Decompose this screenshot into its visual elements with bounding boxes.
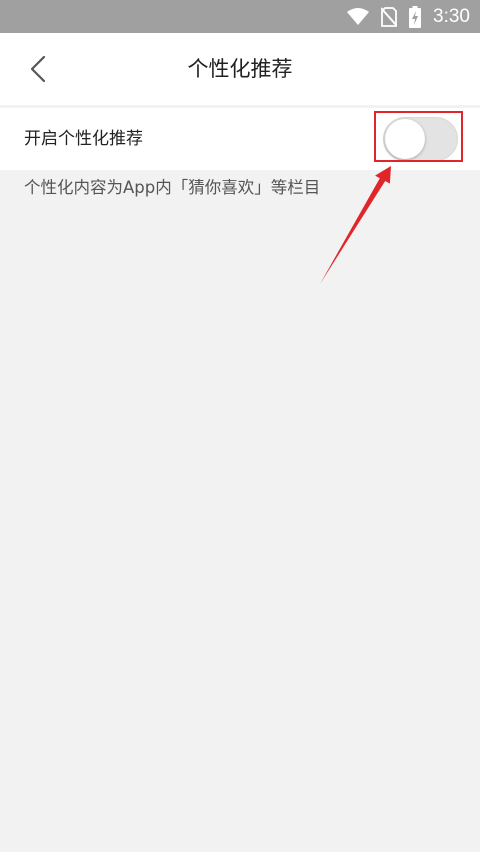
title-bar: 个性化推荐 xyxy=(0,33,480,105)
highlight-box xyxy=(374,111,463,162)
status-bar: 3:30 xyxy=(0,0,480,33)
status-icons: 3:30 xyxy=(347,0,470,33)
back-button[interactable] xyxy=(18,49,58,89)
description-text: 个性化内容为App内「猜你喜欢」等栏目 xyxy=(24,178,321,197)
setting-label: 开启个性化推荐 xyxy=(24,129,143,149)
wifi-icon xyxy=(347,7,370,26)
no-sim-icon xyxy=(381,6,398,27)
page-title: 个性化推荐 xyxy=(187,57,293,81)
chevron-left-icon xyxy=(18,49,58,89)
battery-charging-icon xyxy=(409,5,422,28)
status-time: 3:30 xyxy=(433,6,470,27)
